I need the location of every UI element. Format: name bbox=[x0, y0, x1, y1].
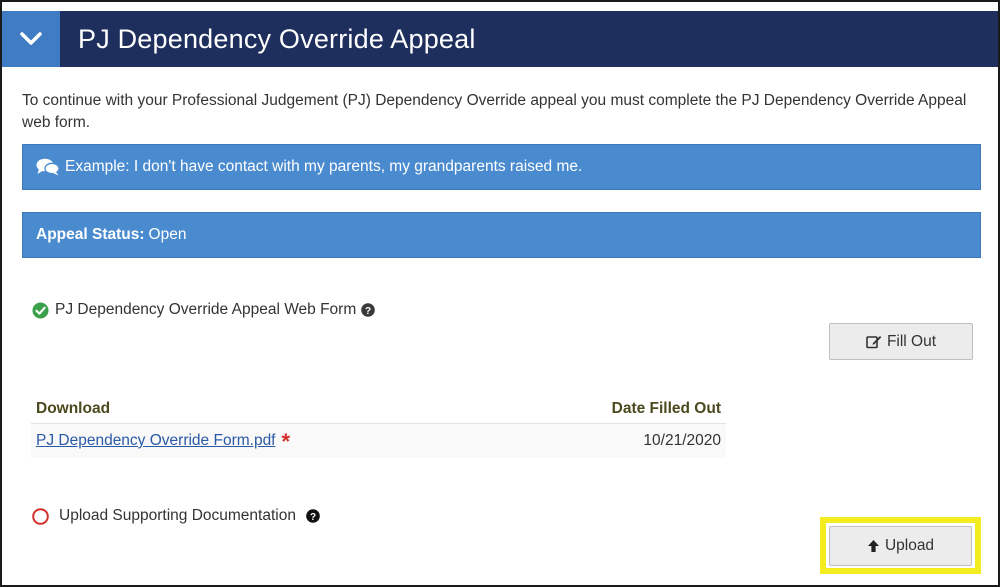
upload-button[interactable]: Upload bbox=[829, 526, 972, 566]
upload-row: Upload Supporting Documentation ? bbox=[32, 507, 320, 525]
svg-text:?: ? bbox=[365, 306, 371, 317]
fill-out-label: Fill Out bbox=[886, 332, 937, 350]
download-cell: PJ Dependency Override Form.pdf * bbox=[36, 429, 291, 454]
panel-header: PJ Dependency Override Appeal bbox=[2, 11, 998, 67]
page-title: PJ Dependency Override Appeal bbox=[78, 23, 476, 54]
svg-text:?: ? bbox=[310, 512, 316, 523]
check-circle-icon bbox=[32, 302, 49, 319]
downloads-table: Download Date Filled Out PJ Dependency O… bbox=[31, 394, 726, 458]
column-header-date: Date Filled Out bbox=[611, 399, 721, 417]
upload-button-label: Upload bbox=[884, 537, 935, 554]
table-row: PJ Dependency Override Form.pdf * 10/21/… bbox=[31, 424, 726, 458]
date-filled-out: 10/21/2020 bbox=[643, 432, 721, 449]
intro-text: To continue with your Professional Judge… bbox=[22, 92, 967, 131]
table-header: Download Date Filled Out bbox=[31, 394, 726, 424]
webform-label: PJ Dependency Override Appeal Web Form bbox=[55, 301, 357, 318]
appeal-panel: PJ Dependency Override Appeal To continu… bbox=[0, 0, 1000, 587]
question-circle-icon[interactable]: ? bbox=[361, 303, 376, 317]
empty-circle-icon bbox=[32, 507, 49, 525]
example-text: Example: I don't have contact with my pa… bbox=[65, 158, 583, 175]
status-banner: Appeal Status: Open bbox=[22, 212, 981, 258]
download-link[interactable]: PJ Dependency Override Form.pdf bbox=[36, 432, 276, 450]
required-asterisk: * bbox=[281, 429, 291, 454]
chevron-down-icon bbox=[20, 32, 42, 45]
fill-out-button[interactable]: Fill Out bbox=[829, 323, 973, 360]
example-banner: Example: I don't have contact with my pa… bbox=[22, 144, 981, 190]
upload-label: Upload Supporting Documentation bbox=[59, 507, 296, 524]
comments-icon bbox=[36, 158, 60, 176]
column-header-download: Download bbox=[36, 399, 111, 417]
status-label: Appeal Status: bbox=[36, 226, 145, 243]
edit-icon bbox=[866, 334, 882, 349]
status-value: Open bbox=[148, 226, 187, 243]
question-circle-icon[interactable]: ? bbox=[306, 509, 320, 523]
top-strip bbox=[2, 2, 998, 11]
webform-row: PJ Dependency Override Appeal Web Form ? bbox=[32, 301, 376, 319]
collapse-toggle-button[interactable] bbox=[2, 11, 60, 67]
arrow-up-icon bbox=[867, 539, 880, 553]
